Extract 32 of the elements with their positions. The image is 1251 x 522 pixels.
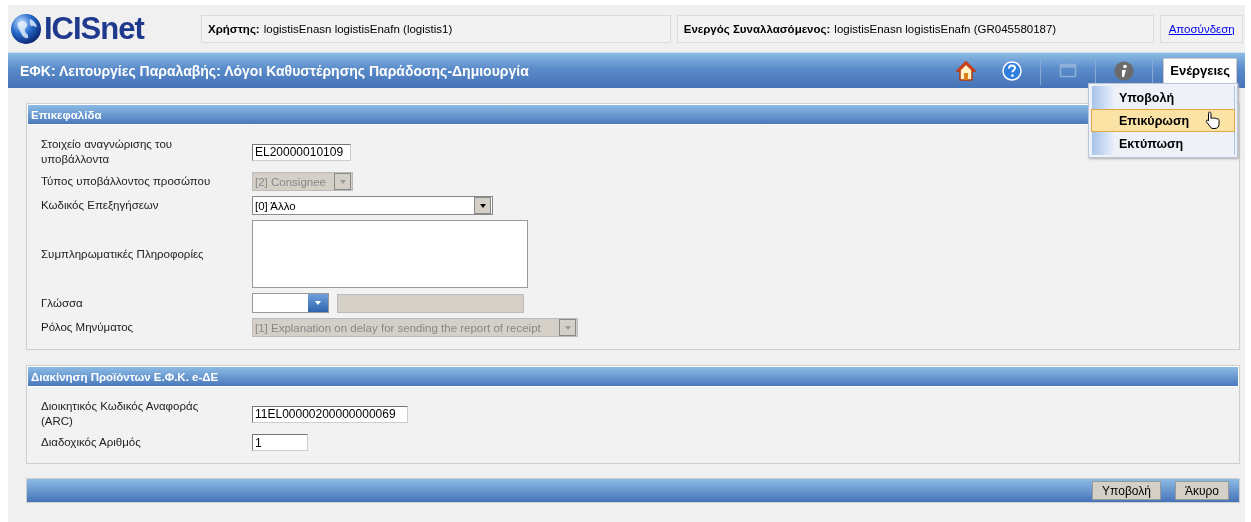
page-title: ΕΦΚ: Λειτουργίες Παραλαβής: Λόγοι Καθυστέρησης Παράδοσης-Δημιουργία <box>19 62 529 79</box>
input-field[interactable]: EL20000010109 <box>252 143 351 161</box>
menu-item[interactable]: Υποβολή <box>1091 86 1235 109</box>
actions-button[interactable]: Ενέργειες <box>1163 57 1237 84</box>
footer-button[interactable]: Υποβολή <box>1092 481 1161 500</box>
input-field[interactable]: 1 <box>252 434 308 451</box>
language-dropdown[interactable] <box>252 293 329 313</box>
field-label: Ρόλος Μηνύματος <box>41 320 135 335</box>
section-header: Διακίνηση Προϊόντων Ε.Φ.Κ. e-ΔΕ <box>27 366 1239 387</box>
trader-info: Ενεργός Συναλλασόμενος: logistisEnasn logistisEnafn (GR045580187) <box>676 14 1155 43</box>
text-area[interactable] <box>252 220 528 288</box>
dropdown[interactable]: [0] Άλλο <box>252 196 493 215</box>
field-label: Γλώσσα <box>41 295 84 311</box>
menu-item[interactable]: Επικύρωση <box>1091 109 1235 132</box>
field-label: Διαδοχικός Αριθμός <box>41 435 142 450</box>
globe-icon[interactable] <box>10 12 42 45</box>
user-info: Χρήστης: logistisEnasn logistisEnafn (logistis1) <box>201 14 671 43</box>
home-icon[interactable] <box>956 60 977 81</box>
dropdown: [1] Explanation on delay for sending the report of receipt <box>252 318 578 337</box>
field-label: Διοικητικός Κωδικός Αναφοράς (ARC) <box>41 399 200 429</box>
logo: ICISnet <box>44 10 144 47</box>
footer-button[interactable]: Άκυρο <box>1174 481 1229 500</box>
field-label: Στοιχείο αναγνώρισης του υποβάλλοντα <box>41 137 174 167</box>
field-label: Συμπληρωματικές Πληροφορίες <box>41 246 205 262</box>
input-field[interactable]: 11EL00000200000000069 <box>252 405 408 423</box>
menu-item[interactable]: Εκτύπωση <box>1091 132 1235 155</box>
info-icon[interactable] <box>1114 60 1135 81</box>
field-label: Τύπος υποβάλλοντος προσώπου <box>41 174 212 189</box>
help-icon[interactable] <box>1002 60 1023 81</box>
dropdown: [2] Consignee <box>252 172 353 191</box>
hand-cursor-icon[interactable] <box>1204 111 1221 129</box>
field-label: Κωδικός Επεξηγήσεων <box>41 198 160 213</box>
